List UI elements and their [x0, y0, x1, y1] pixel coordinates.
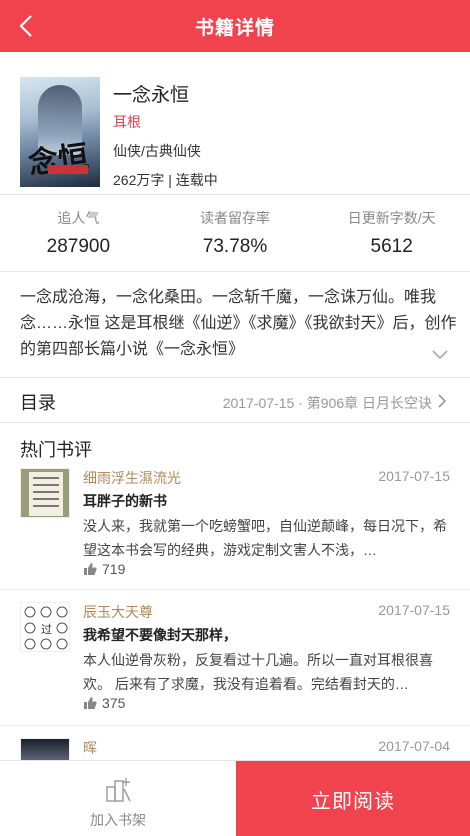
avatar[interactable]: 过 [20, 602, 70, 652]
reviewer-name[interactable]: 晖 [83, 738, 97, 758]
add-to-shelf-button[interactable]: 加入书架 [0, 761, 236, 836]
book-author[interactable]: 耳根 [113, 112, 141, 132]
stat-label: 追人气 [57, 210, 100, 226]
review-body: 没人来，我就第一个吃螃蟹吧，自仙逆颠峰，每日况下，希望这本书会写的经典，游戏定制… [83, 518, 447, 558]
reviewer-name[interactable]: 辰玉大天尊 [83, 602, 153, 622]
page-title: 书籍详情 [194, 17, 275, 39]
stat-value: 73.78% [202, 236, 268, 257]
like-button[interactable]: 375 [83, 695, 125, 711]
like-count: 375 [102, 695, 126, 711]
review-item[interactable]: 细雨浮生濕流光 2017-07-15 耳胖子的新书 没人来，我就第一个吃螃蟹吧，… [0, 462, 470, 590]
review-title: 我希望不要像封天那样， [83, 627, 237, 643]
back-button[interactable] [8, 8, 44, 44]
bottom-action-bar: 加入书架 立即阅读 [0, 760, 470, 836]
table-of-contents-row[interactable]: 目录 2017-07-15 · 第906章 日月长空诀 [0, 377, 470, 423]
thumbs-up-icon [84, 563, 97, 575]
stats-bar: 追人气 287900 读者留存率 73.78% 日更新字数/天 5612 [0, 196, 470, 272]
thumbs-up-icon [84, 697, 97, 709]
like-count: 719 [102, 561, 126, 577]
review-item[interactable]: 过 辰玉大天尊 2017-07-15 我希望不要像封天那样， 本人仙逆骨灰粉，反… [0, 590, 470, 726]
svg-text:过: 过 [41, 623, 52, 636]
book-cover[interactable]: 念恒 [20, 77, 100, 187]
add-to-shelf-label: 加入书架 [90, 812, 146, 828]
review-body: 本人仙逆骨灰粉，反复看过十几遍。所以一直对耳根很喜欢。 后来有了求魔，我没有追着… [83, 652, 433, 692]
like-button[interactable]: 719 [83, 561, 125, 577]
book-title: 一念永恒 [113, 85, 190, 106]
top-bar: 书籍详情 [0, 0, 470, 52]
book-description: 一念成沧海，一念化桑田。一念斩千魔，一念诛万仙。唯我念……永恒 这是耳根继《仙逆… [20, 289, 457, 358]
bookshelf-add-icon [106, 778, 131, 802]
stat-retention: 读者留存率 73.78% [157, 196, 314, 271]
review-title: 耳胖子的新书 [83, 493, 167, 509]
chevron-right-icon [438, 394, 447, 408]
reviewer-name[interactable]: 细雨浮生濕流光 [83, 468, 181, 488]
stat-label: 读者留存率 [200, 210, 270, 226]
toc-label: 目录 [20, 393, 56, 413]
serial-status: 连载中 [175, 172, 218, 188]
book-info: 念恒 [0, 52, 470, 195]
stat-value: 5612 [370, 236, 413, 257]
avatar-doodle: 过 [24, 606, 68, 650]
book-meta: 262万字 | 连载中 [113, 172, 218, 188]
expand-description-button[interactable] [430, 344, 450, 364]
review-date: 2017-07-15 [378, 602, 450, 618]
word-count: 262万字 [113, 172, 165, 188]
avatar[interactable] [20, 468, 70, 518]
book-genre: 仙侠/古典仙侠 [113, 143, 201, 159]
cover-title: 念恒 [26, 138, 91, 182]
chevron-down-icon [432, 350, 448, 360]
read-now-button[interactable]: 立即阅读 [236, 761, 470, 836]
hot-reviews-title: 热门书评 [20, 440, 92, 460]
stat-value: 287900 [46, 236, 111, 257]
review-date: 2017-07-04 [378, 738, 450, 754]
latest-chapter: 2017-07-15 · 第906章 日月长空诀 [222, 395, 432, 411]
stat-daily-words: 日更新字数/天 5612 [313, 196, 470, 271]
chevron-left-icon [19, 15, 32, 37]
stat-label: 日更新字数/天 [347, 210, 436, 226]
stat-popularity: 追人气 287900 [0, 196, 157, 271]
review-date: 2017-07-15 [378, 468, 450, 484]
cover-tag [48, 165, 88, 174]
